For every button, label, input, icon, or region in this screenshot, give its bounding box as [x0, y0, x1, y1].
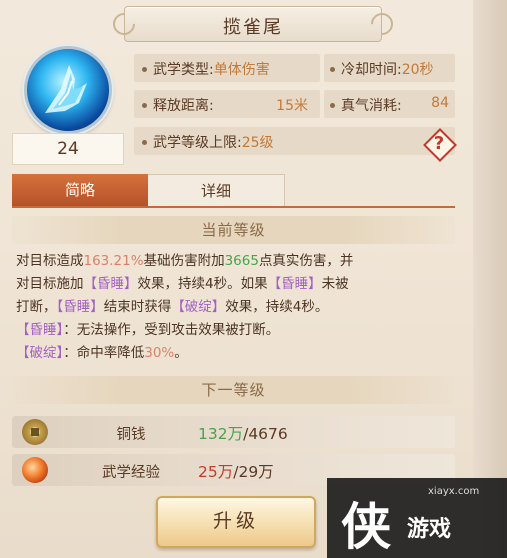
bullet-icon [142, 67, 147, 72]
skill-level: 24 [12, 133, 124, 165]
cooldown-row: 冷却时间:20秒 [324, 54, 455, 82]
watermark-site: xiayx.com [428, 486, 480, 497]
copper-coin-icon [22, 419, 48, 445]
max-level-value: 25级 [241, 135, 274, 151]
status-sleep-tag: 【昏睡】 [16, 322, 64, 338]
skill-type-label: 武学类型: [153, 62, 214, 78]
background-edge [473, 0, 507, 558]
crystal-sword-icon [45, 65, 87, 113]
skill-title: 揽雀尾 [223, 17, 283, 38]
desc-line: 对目标造成163.21%基础伤害附加3665点真实伤害，并 [16, 250, 456, 273]
desc-line: 【破绽】：命中率降低30%。 [16, 342, 456, 365]
bullet-icon [142, 103, 147, 108]
desc-text: ：命中率降低 [63, 345, 145, 361]
status-flaw-tag: 【破绽】 [16, 345, 64, 361]
tab-underline [12, 206, 455, 208]
title-plate: 揽雀尾 [124, 6, 382, 42]
desc-text: 未被 [321, 276, 349, 292]
desc-text: 基础伤害附加 [143, 253, 225, 269]
range-label: 释放距离: [153, 98, 214, 114]
desc-text: 效果，持续4秒。如果 [137, 276, 268, 292]
bullet-icon [142, 140, 147, 145]
max-level-row: 武学等级上限:25级 [134, 127, 455, 155]
desc-line: 打断，【昏睡】结束时获得【破绽】效果，持续4秒。 [16, 296, 456, 319]
next-level-header: 下一等级 [12, 376, 455, 404]
watermark-logo-icon: 侠 [341, 498, 391, 556]
help-icon[interactable]: ? [425, 130, 453, 158]
qi-value: 84 [431, 95, 449, 111]
desc-text: 打断， [16, 299, 57, 315]
cost-name: 武学经验 [102, 465, 160, 481]
tab-brief[interactable]: 简略 [12, 174, 148, 206]
tab-detail[interactable]: 详细 [148, 174, 285, 208]
watermark-logo: 侠 [337, 496, 403, 556]
cost-need: /29万 [233, 463, 274, 481]
watermark: xiayx.com 侠 游戏 [327, 478, 507, 558]
desc-text: ：无法操作，受到攻击效果被打断。 [63, 322, 280, 338]
help-glyph: ? [433, 133, 445, 154]
damage-percent: 163.21% [83, 253, 144, 269]
range-value: 15米 [276, 98, 308, 114]
cost-value: 25万/29万 [198, 460, 274, 482]
skill-description: 对目标造成163.21%基础伤害附加3665点真实伤害，并 对目标施加【昏睡】效… [16, 250, 456, 365]
desc-text: 对目标造成 [16, 253, 84, 269]
range-row: 释放距离: 15米 [134, 90, 320, 118]
desc-text: 。 [174, 345, 188, 361]
status-sleep-tag: 【昏睡】 [83, 276, 138, 292]
martial-exp-icon [22, 457, 48, 483]
desc-text: 效果，持续4秒。 [225, 299, 329, 315]
skill-type-value: 单体伤害 [213, 62, 270, 78]
desc-line: 对目标施加【昏睡】效果，持续4秒。如果【昏睡】未被 [16, 273, 456, 296]
watermark-brand: 游戏 [407, 517, 452, 542]
cost-value: 132万/4676 [198, 422, 288, 444]
status-sleep-tag: 【昏睡】 [56, 299, 104, 315]
desc-text: 结束时获得 [103, 299, 172, 315]
qi-label: 真气消耗: [341, 98, 402, 114]
desc-text: 点真实伤害，并 [258, 253, 354, 269]
status-flaw-tag: 【破绽】 [171, 299, 226, 315]
desc-text: 对目标施加 [16, 276, 84, 292]
status-sleep-tag: 【昏睡】 [267, 276, 322, 292]
cooldown-label: 冷却时间: [341, 62, 402, 78]
max-level-label: 武学等级上限: [153, 135, 242, 151]
cost-have: 132万 [198, 425, 244, 443]
desc-line: 【昏睡】：无法操作，受到攻击效果被打断。 [16, 319, 456, 342]
cost-need: /4676 [243, 425, 288, 443]
true-damage-value: 3665 [224, 253, 259, 269]
current-level-header: 当前等级 [12, 216, 455, 244]
skill-type-row: 武学类型:单体伤害 [134, 54, 320, 82]
watermark-logo-char: 侠 [341, 498, 391, 552]
hit-rate-reduction: 30% [144, 345, 175, 361]
copper-cost-row: 铜钱 132万/4676 [12, 416, 455, 448]
cooldown-value: 20秒 [401, 62, 434, 78]
upgrade-button[interactable]: 升级 [156, 496, 316, 548]
bullet-icon [330, 67, 335, 72]
skill-icon[interactable] [24, 46, 112, 134]
cost-name: 铜钱 [116, 427, 146, 443]
qi-row: 真气消耗: 84 [324, 90, 455, 118]
bullet-icon [330, 103, 335, 108]
cost-have: 25万 [198, 463, 234, 481]
